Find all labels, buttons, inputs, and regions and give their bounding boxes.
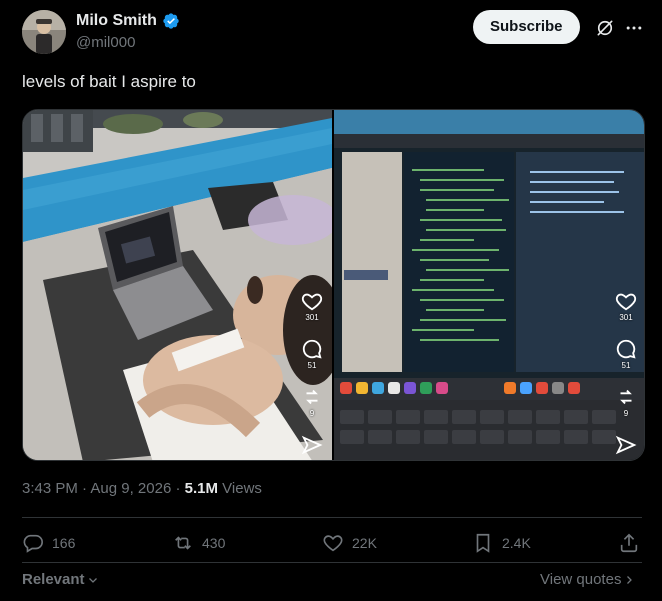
action-bar: 166 430 22K 2.4K	[22, 532, 642, 560]
view-quotes-label: View quotes	[540, 571, 622, 588]
right-like-count: 301	[619, 313, 633, 322]
right-comment-count: 51	[621, 361, 631, 370]
repost-icon	[620, 389, 632, 405]
share-button[interactable]	[618, 532, 640, 554]
right-share-overlay: 9	[614, 386, 638, 418]
comment-icon	[616, 339, 636, 359]
tweet-meta: 3:43 PM · Aug 9, 2026 · 5.1M Views	[22, 480, 262, 497]
heart-icon	[615, 293, 637, 311]
left-share-count: 9	[309, 409, 315, 418]
tweet-date[interactable]: Aug 9, 2026	[90, 480, 171, 497]
verified-badge-icon	[163, 13, 179, 29]
meta-separator: ·	[77, 480, 91, 497]
relevant-label: Relevant	[22, 571, 85, 588]
bookmark-count: 2.4K	[502, 535, 531, 551]
comment-icon	[302, 339, 322, 359]
reply-icon	[23, 534, 43, 553]
reply-count: 166	[52, 535, 76, 551]
divider-top	[22, 517, 642, 518]
media-photo-left[interactable]: 301 51 9	[23, 110, 332, 460]
tweet-text: levels of bait I aspire to	[22, 72, 196, 91]
repost-icon	[306, 389, 318, 405]
display-name[interactable]: Milo Smith	[76, 12, 157, 30]
heart-icon	[301, 293, 323, 311]
reply-button[interactable]: 166	[22, 532, 75, 554]
tweet-time[interactable]: 3:43 PM	[22, 480, 78, 497]
repost-icon	[175, 536, 191, 550]
chevron-right-icon	[627, 575, 633, 584]
right-like-overlay: 301	[614, 290, 638, 322]
name-row: Milo Smith	[76, 12, 180, 30]
like-count: 22K	[352, 535, 377, 551]
right-share-count: 9	[623, 409, 629, 418]
grok-icon[interactable]	[595, 18, 615, 38]
right-comment-overlay: 51	[614, 338, 638, 370]
right-send-overlay	[614, 434, 638, 456]
left-send-overlay	[300, 434, 324, 456]
left-comment-count: 51	[307, 361, 317, 370]
avatar[interactable]	[22, 10, 66, 54]
repost-button[interactable]: 430	[172, 532, 225, 554]
heart-icon	[323, 535, 343, 552]
left-like-count: 301	[305, 313, 319, 322]
tweet-media[interactable]: 301 51 9 301 51 9	[22, 109, 645, 461]
meta-separator: ·	[171, 480, 185, 497]
left-like-overlay: 301	[300, 290, 324, 322]
more-options-icon[interactable]	[624, 18, 644, 38]
poolside-laptop-photo	[23, 110, 332, 460]
divider-bottom	[22, 562, 642, 563]
chevron-down-icon	[88, 577, 97, 583]
tweet-header: Milo Smith @mil000 Subscribe	[22, 8, 652, 58]
view-quotes-link[interactable]: View quotes	[540, 571, 635, 588]
send-icon	[615, 435, 637, 455]
send-icon	[301, 435, 323, 455]
views-label: Views	[218, 480, 262, 497]
left-share-overlay: 9	[300, 386, 324, 418]
views-count: 5.1M	[184, 480, 218, 497]
user-handle[interactable]: @mil000	[76, 34, 135, 51]
share-icon	[620, 533, 638, 553]
sort-relevant-button[interactable]: Relevant	[22, 571, 99, 588]
left-comment-overlay: 51	[300, 338, 324, 370]
like-button[interactable]: 22K	[322, 532, 377, 554]
bookmark-button[interactable]: 2.4K	[472, 532, 531, 554]
bookmark-icon	[476, 533, 490, 553]
repost-count: 430	[202, 535, 226, 551]
subscribe-button[interactable]: Subscribe	[473, 10, 580, 44]
media-photo-right[interactable]: 301 51 9	[334, 110, 644, 460]
laptop-code-photo	[334, 110, 644, 460]
